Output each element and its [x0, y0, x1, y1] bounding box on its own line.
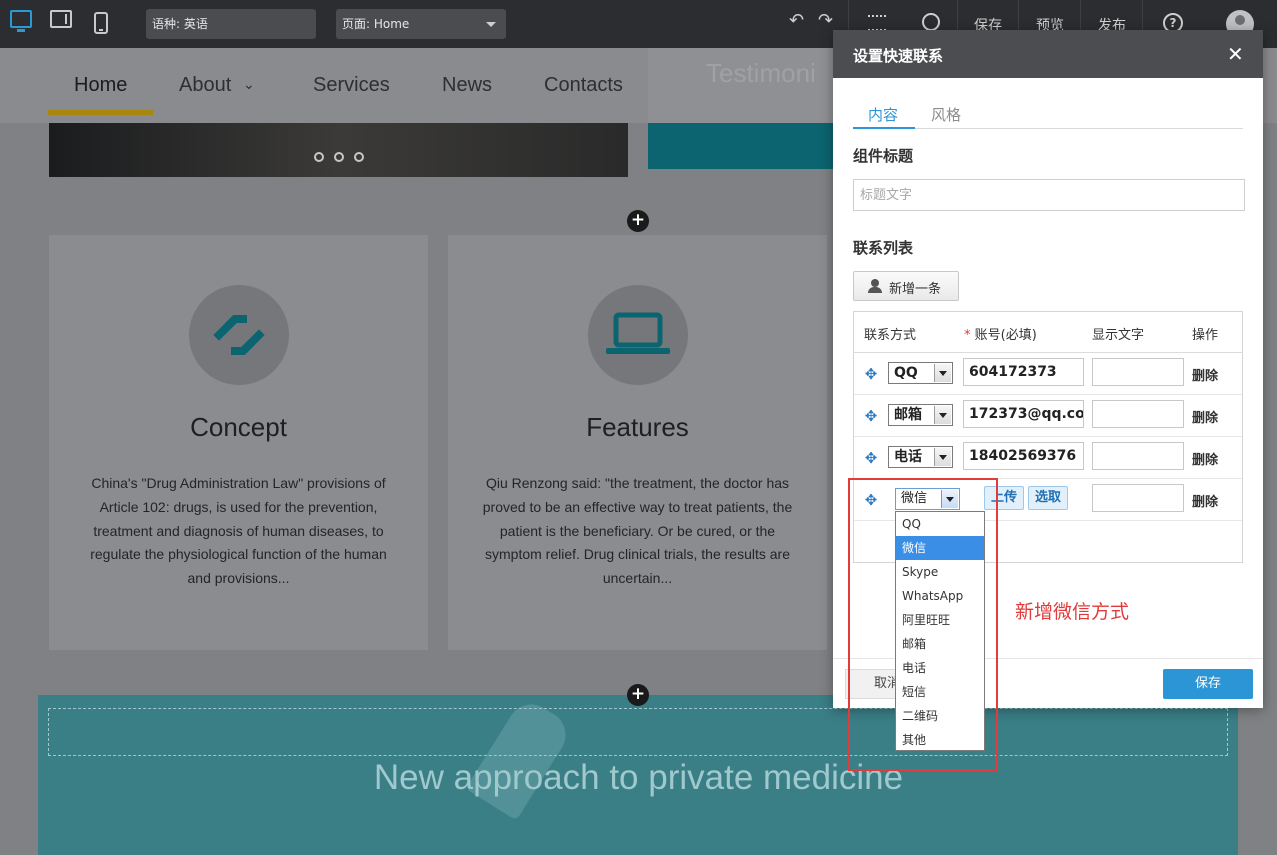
method-select[interactable]: QQ: [888, 362, 953, 384]
chevron-down-icon: [934, 364, 951, 382]
method-select-value: 电话: [894, 449, 922, 465]
active-tab-indicator: [853, 127, 915, 129]
dialog-header: 设置快速联系 ✕: [833, 30, 1263, 78]
add-section-button[interactable]: +: [627, 210, 649, 232]
feature-card: Features Qiu Renzong said: "the treatmen…: [448, 235, 827, 650]
nav-contacts[interactable]: Contacts: [544, 74, 623, 97]
laptop-icon: [588, 285, 688, 385]
drag-handle-icon[interactable]: ✥: [864, 367, 878, 382]
close-icon[interactable]: ✕: [1227, 42, 1244, 66]
header-account-label: 账号(必填): [974, 328, 1037, 343]
nav-about[interactable]: About: [179, 74, 231, 97]
add-contact-label: 新增一条: [889, 282, 942, 297]
history-icon[interactable]: [922, 13, 940, 31]
chevron-down-icon: ⌄: [243, 76, 255, 92]
banner-title: New approach to private medicine: [373, 758, 904, 797]
header-display: 显示文字: [1092, 328, 1145, 343]
chevron-down-icon: [486, 22, 496, 27]
save-button[interactable]: 保存: [1163, 669, 1253, 699]
drag-handle-icon[interactable]: ✥: [864, 409, 878, 424]
component-title-label: 组件标题: [853, 147, 914, 165]
user-icon: [868, 279, 882, 293]
add-contact-button[interactable]: 新增一条: [853, 271, 959, 301]
testimonial-block: [648, 123, 838, 169]
hero-slider: [49, 123, 628, 177]
display-text-field[interactable]: [1092, 400, 1184, 428]
slider-dot[interactable]: [314, 152, 324, 162]
desktop-view-icon[interactable]: [10, 10, 32, 32]
redo-icon[interactable]: ↷: [818, 10, 833, 31]
page-select-label: 页面: Home: [342, 17, 410, 31]
chevron-down-icon: [934, 406, 951, 424]
language-select[interactable]: 语种: 英语: [146, 9, 316, 39]
account-field[interactable]: 18402569376: [963, 442, 1084, 470]
header-divider: [854, 352, 1242, 353]
link-icon: [189, 285, 289, 385]
header-action: 操作: [1192, 328, 1219, 343]
card-title: Features: [586, 412, 689, 442]
method-select[interactable]: 邮箱: [888, 404, 953, 426]
row-divider: [854, 436, 1242, 437]
dialog-title: 设置快速联系: [853, 47, 944, 65]
card-text: China's "Drug Administration Law" provis…: [90, 475, 387, 587]
contact-list-label: 联系列表: [853, 239, 914, 257]
nav-services[interactable]: Services: [313, 74, 390, 97]
method-select[interactable]: 电话: [888, 446, 953, 468]
banner-drop-zone: [48, 708, 1228, 756]
card-text: Qiu Renzong said: "the treatment, the do…: [482, 475, 793, 587]
row-divider: [854, 394, 1242, 395]
chevron-down-icon: [934, 448, 951, 466]
tab-style[interactable]: 风格: [931, 104, 961, 125]
slider-dot[interactable]: [354, 152, 364, 162]
method-select-value: QQ: [894, 365, 918, 381]
nav-active-underline: [48, 110, 153, 115]
display-text-field[interactable]: [1092, 484, 1184, 512]
phone-view-icon[interactable]: [94, 12, 108, 34]
delete-button[interactable]: 删除: [1192, 449, 1218, 468]
account-field[interactable]: 604172373: [963, 358, 1084, 386]
tab-content[interactable]: 内容: [868, 104, 898, 125]
nav-news[interactable]: News: [442, 74, 492, 97]
delete-button[interactable]: 删除: [1192, 407, 1218, 426]
undo-icon[interactable]: ↶: [789, 10, 804, 31]
annotation-highlight-box: [848, 478, 998, 771]
display-text-field[interactable]: [1092, 358, 1184, 386]
delete-button[interactable]: 删除: [1192, 365, 1218, 384]
feature-card: Concept China's "Drug Administration Law…: [49, 235, 428, 650]
drag-handle-icon[interactable]: ✥: [864, 451, 878, 466]
grid-icon[interactable]: [868, 15, 886, 31]
choose-button[interactable]: 选取: [1028, 486, 1068, 510]
annotation-text: 新增微信方式: [1015, 601, 1130, 623]
page-select[interactable]: 页面: Home: [336, 9, 506, 39]
delete-button[interactable]: 删除: [1192, 491, 1218, 510]
required-star: *: [964, 328, 971, 343]
testimonial-title: Testimoni: [706, 58, 816, 88]
nav-home[interactable]: Home: [74, 74, 127, 97]
method-select-value: 邮箱: [894, 407, 922, 423]
header-account: * 账号(必填): [964, 324, 1037, 343]
add-section-button[interactable]: +: [627, 684, 649, 706]
card-title: Concept: [190, 412, 287, 442]
account-field[interactable]: 172373@qq.com: [963, 400, 1084, 428]
slider-dot[interactable]: [334, 152, 344, 162]
display-text-field[interactable]: [1092, 442, 1184, 470]
title-input[interactable]: [853, 179, 1245, 211]
header-method: 联系方式: [864, 328, 917, 343]
tablet-view-icon[interactable]: [50, 10, 72, 28]
